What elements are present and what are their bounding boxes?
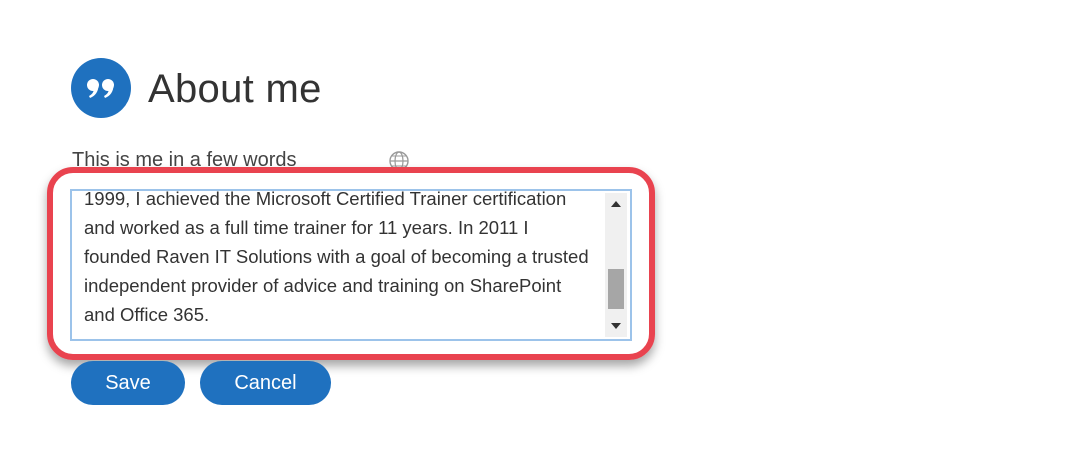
save-button[interactable]: Save xyxy=(71,361,185,405)
highlight-callout xyxy=(47,167,655,360)
cancel-button[interactable]: Cancel xyxy=(200,361,331,405)
quote-icon xyxy=(71,58,131,118)
quote-glyph xyxy=(87,79,114,98)
page-title: About me xyxy=(148,67,322,111)
